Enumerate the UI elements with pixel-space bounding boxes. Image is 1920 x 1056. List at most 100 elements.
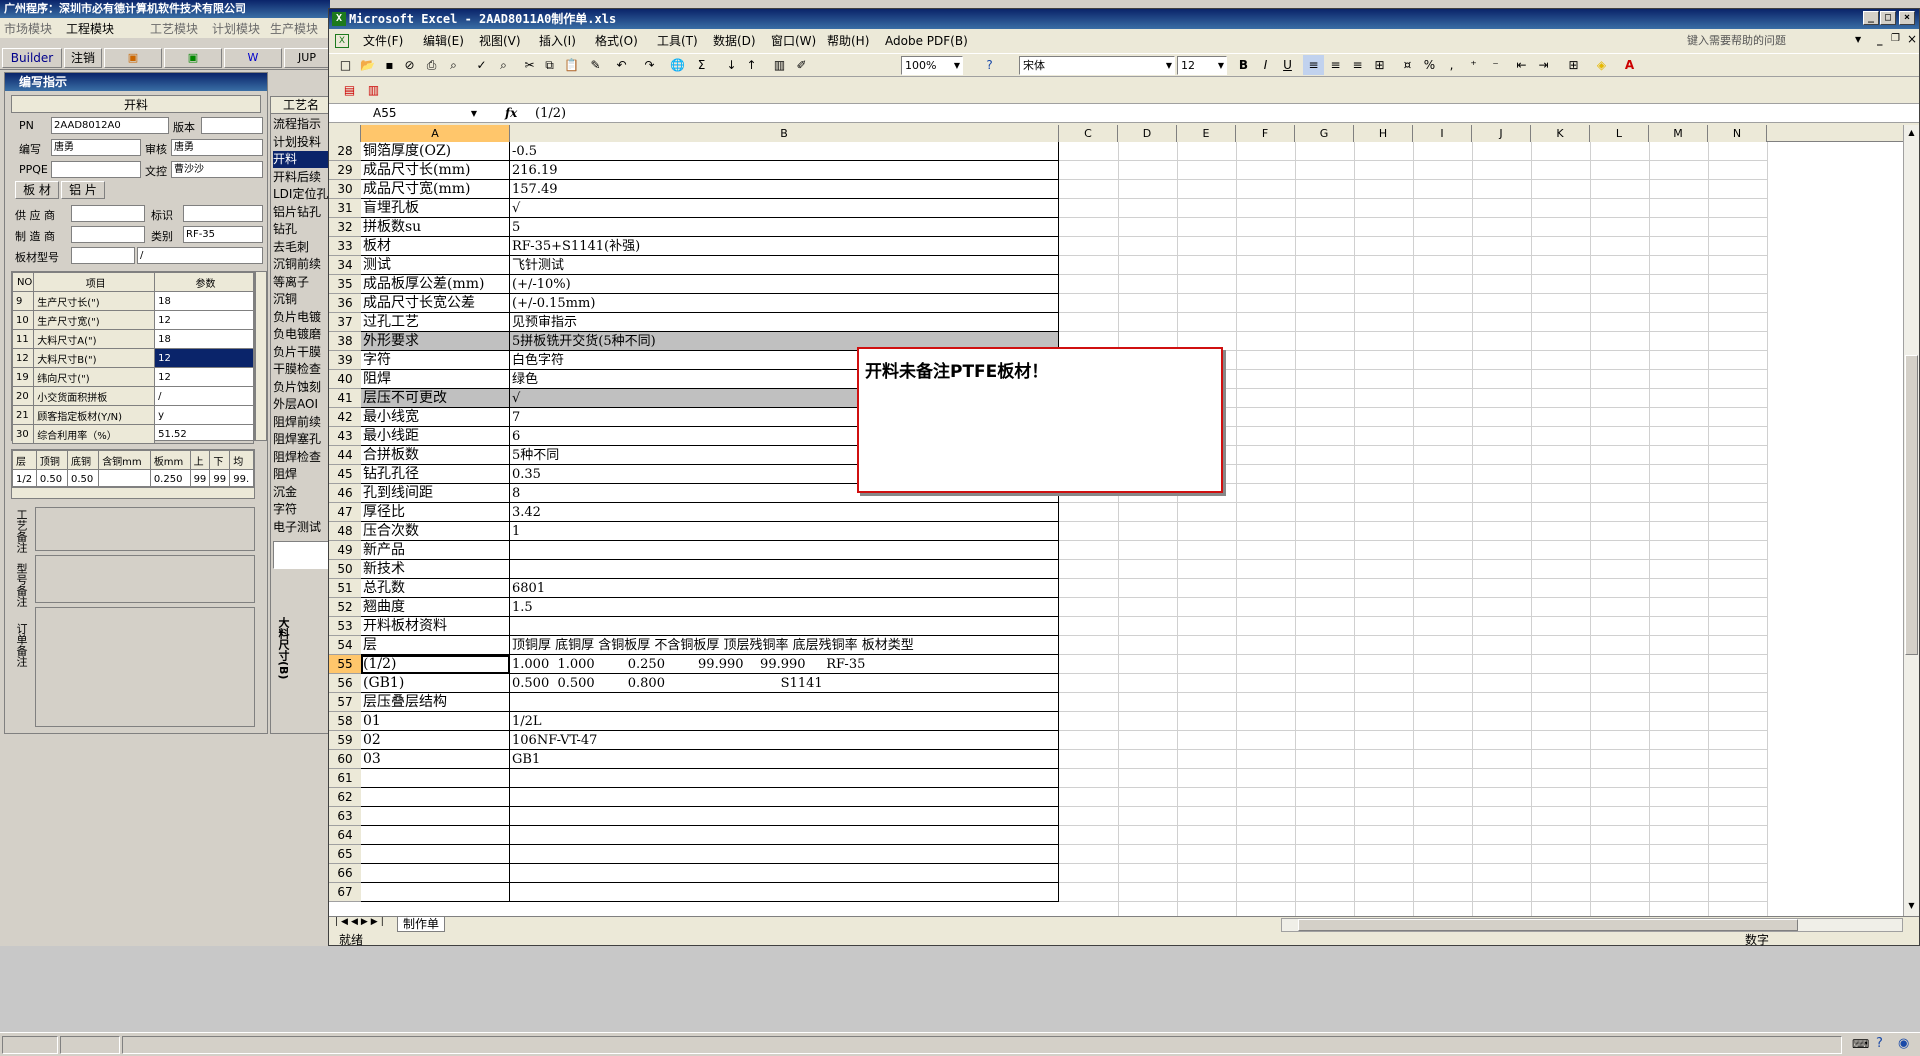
- cell-a[interactable]: 阻焊: [361, 370, 510, 389]
- grid-cell[interactable]: [1295, 807, 1354, 826]
- grid-cell[interactable]: [1472, 256, 1531, 275]
- grid-cell[interactable]: [1118, 617, 1177, 636]
- row-header[interactable]: 56: [329, 674, 361, 693]
- grid-cell[interactable]: [1472, 598, 1531, 617]
- grid-cell[interactable]: [1059, 674, 1118, 693]
- grid-cell[interactable]: [1708, 598, 1767, 617]
- grid-cell[interactable]: [1531, 389, 1590, 408]
- grid-cell[interactable]: [1295, 883, 1354, 902]
- formula-input[interactable]: (1/2): [529, 105, 1909, 122]
- grid-cell[interactable]: [1531, 237, 1590, 256]
- grid-cell[interactable]: [1177, 294, 1236, 313]
- process-item[interactable]: 沉金: [273, 484, 329, 501]
- row-header[interactable]: 49: [329, 541, 361, 560]
- builder-button[interactable]: Builder: [2, 48, 62, 68]
- layer-hscroll[interactable]: [11, 487, 255, 499]
- grid-cell[interactable]: [1649, 560, 1708, 579]
- grid-cell[interactable]: [1649, 484, 1708, 503]
- grid-cell[interactable]: [1236, 636, 1295, 655]
- grid-cell[interactable]: [1590, 655, 1649, 674]
- grid-cell[interactable]: [1708, 275, 1767, 294]
- font-color-icon[interactable]: A: [1619, 55, 1640, 75]
- grid-cell[interactable]: [1177, 845, 1236, 864]
- grid-cell[interactable]: [1118, 693, 1177, 712]
- grid-cell[interactable]: [1590, 674, 1649, 693]
- grid-cell[interactable]: [1649, 161, 1708, 180]
- cell-b[interactable]: 1.5: [510, 598, 1059, 617]
- grid-cell[interactable]: [1472, 351, 1531, 370]
- process-item[interactable]: 沉铜前续: [273, 256, 329, 273]
- controller-field[interactable]: 曹沙沙: [171, 161, 263, 178]
- grid-cell[interactable]: [1413, 199, 1472, 218]
- table-row[interactable]: 9 生产尺寸长(") 18: [11, 291, 254, 311]
- grid-cell[interactable]: [1590, 541, 1649, 560]
- drawing-icon[interactable]: ✐: [791, 55, 812, 75]
- cell-a[interactable]: 成品尺寸长宽公差: [361, 294, 510, 313]
- grid-cell[interactable]: [1118, 256, 1177, 275]
- grid-cell[interactable]: [1649, 351, 1708, 370]
- comma-icon[interactable]: ,: [1441, 55, 1462, 75]
- menu-item[interactable]: 编辑(E): [423, 31, 464, 51]
- grid-cell[interactable]: [1354, 427, 1413, 446]
- grid-cell[interactable]: [1177, 693, 1236, 712]
- permission-icon[interactable]: ⊘: [399, 55, 420, 75]
- help-icon[interactable]: ?: [979, 55, 1000, 75]
- grid-cell[interactable]: [1295, 674, 1354, 693]
- grid-cell[interactable]: [1354, 256, 1413, 275]
- grid-cell[interactable]: [1590, 275, 1649, 294]
- row-header[interactable]: 35: [329, 275, 361, 294]
- row-header[interactable]: 63: [329, 807, 361, 826]
- grid-cell[interactable]: [1059, 199, 1118, 218]
- grid-cell[interactable]: [1531, 541, 1590, 560]
- grid-cell[interactable]: [1531, 313, 1590, 332]
- row-header[interactable]: 37: [329, 313, 361, 332]
- grid-cell[interactable]: [1236, 598, 1295, 617]
- pdf-convert-icon[interactable]: ▤: [339, 80, 360, 100]
- grid-cell[interactable]: [1413, 522, 1472, 541]
- grid-cell[interactable]: [1531, 275, 1590, 294]
- row-header[interactable]: 30: [329, 180, 361, 199]
- grid-cell[interactable]: [1649, 883, 1708, 902]
- grid-cell[interactable]: [1059, 256, 1118, 275]
- grid-cell[interactable]: [1177, 636, 1236, 655]
- grid-cell[interactable]: [1059, 275, 1118, 294]
- zoom-select[interactable]: 100% ▼: [901, 56, 963, 75]
- grid-cell[interactable]: [1236, 408, 1295, 427]
- grid-cell[interactable]: [1177, 180, 1236, 199]
- row-header[interactable]: 29: [329, 161, 361, 180]
- grid-cell[interactable]: [1295, 655, 1354, 674]
- grid-cell[interactable]: [1413, 408, 1472, 427]
- grid-cell[interactable]: [1118, 712, 1177, 731]
- grid-cell[interactable]: [1413, 845, 1472, 864]
- row-header[interactable]: 38: [329, 332, 361, 351]
- grid-cell[interactable]: [1531, 332, 1590, 351]
- grid-cell[interactable]: [1531, 788, 1590, 807]
- process-item[interactable]: 负电镀磨: [273, 326, 329, 343]
- grid-cell[interactable]: [1590, 161, 1649, 180]
- grid-cell[interactable]: [1295, 389, 1354, 408]
- grid-cell[interactable]: [1295, 826, 1354, 845]
- grid-cell[interactable]: [1590, 731, 1649, 750]
- grid-cell[interactable]: [1354, 161, 1413, 180]
- grid-cell[interactable]: [1295, 446, 1354, 465]
- grid-cell[interactable]: [1354, 769, 1413, 788]
- grid-cell[interactable]: [1295, 503, 1354, 522]
- column-header[interactable]: N: [1708, 125, 1767, 142]
- copy-icon[interactable]: ⧉: [539, 55, 560, 75]
- grid-cell[interactable]: [1590, 389, 1649, 408]
- grid-cell[interactable]: [1236, 693, 1295, 712]
- grid-cell[interactable]: [1708, 674, 1767, 693]
- grid-cell[interactable]: [1295, 408, 1354, 427]
- grid-cell[interactable]: [1531, 142, 1590, 161]
- grid-cell[interactable]: [1708, 883, 1767, 902]
- grid-cell[interactable]: [1236, 503, 1295, 522]
- grid-cell[interactable]: [1413, 389, 1472, 408]
- dec-indent-icon[interactable]: ⇤: [1511, 55, 1532, 75]
- grid-cell[interactable]: [1236, 199, 1295, 218]
- grid-cell[interactable]: [1413, 636, 1472, 655]
- grid-cell[interactable]: [1708, 199, 1767, 218]
- grid-cell[interactable]: [1708, 427, 1767, 446]
- grid-cell[interactable]: [1649, 522, 1708, 541]
- row-header[interactable]: 46: [329, 484, 361, 503]
- grid-cell[interactable]: [1531, 750, 1590, 769]
